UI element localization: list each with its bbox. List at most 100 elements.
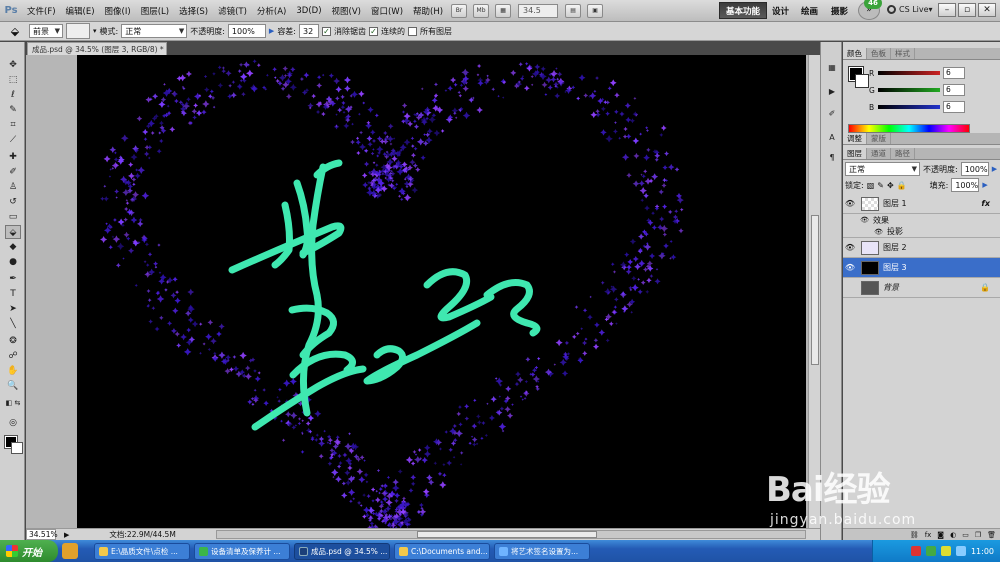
effects-row[interactable]: 👁 效果 xyxy=(843,214,1000,226)
menu-window[interactable]: 窗口(W) xyxy=(366,5,408,17)
zoom-level-select[interactable]: 34.5 xyxy=(518,3,559,18)
cs-live-menu[interactable]: CS Live▾ xyxy=(887,5,933,14)
blue-slider[interactable] xyxy=(878,105,940,109)
horizontal-scroll-thumb[interactable] xyxy=(417,531,597,538)
fill-source-select[interactable]: 前景 ▼ xyxy=(29,24,63,38)
extras-icon[interactable]: ▦ xyxy=(495,3,512,18)
new-group-icon[interactable]: ▭ xyxy=(962,531,969,539)
tray-network-icon[interactable] xyxy=(925,546,936,556)
visibility-eye-icon[interactable]: 👁 xyxy=(843,243,857,252)
path-selection-tool-icon[interactable]: ➤ xyxy=(5,302,21,316)
eyedropper-tool-icon[interactable]: ⟋ xyxy=(5,133,21,147)
background-color-swatch[interactable] xyxy=(11,442,23,454)
blend-mode-select[interactable]: 正常 ▼ xyxy=(121,24,188,38)
menu-image[interactable]: 图像(I) xyxy=(100,5,136,17)
visibility-eye-icon[interactable]: 👁 xyxy=(843,199,857,208)
task-explorer-2[interactable]: C:\Documents and... xyxy=(394,542,490,560)
antialias-checkbox[interactable]: ✓ xyxy=(322,26,332,36)
blur-tool-icon[interactable]: ◆ xyxy=(5,240,21,254)
zoom-tool-icon[interactable]: 🔍 xyxy=(5,379,21,393)
horizontal-scrollbar[interactable] xyxy=(216,530,806,539)
default-colors-icon[interactable]: ◧ ⇆ xyxy=(5,396,21,410)
task-browser[interactable]: 将艺术签名设置为... xyxy=(494,542,590,560)
clone-stamp-tool-icon[interactable]: ♙ xyxy=(5,180,21,194)
vertical-scroll-thumb[interactable] xyxy=(811,215,819,365)
restore-button[interactable]: ▫ xyxy=(958,3,976,17)
opacity-slider-arrow-icon[interactable]: ▶ xyxy=(269,27,274,35)
tray-volume-icon[interactable] xyxy=(955,546,966,556)
menu-layer[interactable]: 图层(L) xyxy=(136,5,174,17)
canvas[interactable] xyxy=(77,55,806,528)
fill-input[interactable]: 100% xyxy=(951,178,980,192)
tab-layers[interactable]: 图层 xyxy=(843,148,867,159)
paragraph-panel-icon[interactable]: ¶ xyxy=(825,152,839,164)
menu-3d[interactable]: 3D(D) xyxy=(291,6,326,16)
layer-row-1[interactable]: 👁 图层 1 fx xyxy=(843,194,1000,214)
history-panel-icon[interactable]: ▦ xyxy=(825,62,839,74)
opacity-input[interactable]: 100% xyxy=(227,24,266,38)
layer-opacity-arrow-icon[interactable]: ▶ xyxy=(992,165,997,173)
drop-shadow-eye-icon[interactable]: 👁 xyxy=(843,228,883,236)
blue-value-input[interactable]: 6 xyxy=(943,101,965,113)
eraser-tool-icon[interactable]: ▭ xyxy=(5,210,21,224)
pattern-picker[interactable] xyxy=(66,23,90,39)
effects-eye-icon[interactable]: 👁 xyxy=(843,216,869,224)
move-tool-icon[interactable]: ✥ xyxy=(5,58,21,72)
menu-file[interactable]: 文件(F) xyxy=(22,5,61,17)
quick-mask-icon[interactable]: ◎ xyxy=(5,416,21,430)
lock-transparent-icon[interactable]: ▧ xyxy=(867,181,875,190)
delete-layer-icon[interactable]: 🗑 xyxy=(987,531,996,539)
document-tab[interactable]: 成品.psd @ 34.5% (图层 3, RGB/8) * xyxy=(27,42,167,55)
drop-shadow-row[interactable]: 👁 投影 xyxy=(843,226,1000,238)
close-button[interactable]: ✕ xyxy=(978,3,996,17)
contiguous-checkbox[interactable]: ✓ xyxy=(369,26,379,36)
3d-orbit-tool-icon[interactable]: ☍ xyxy=(5,349,21,363)
tab-adjustments[interactable]: 调整 xyxy=(843,133,867,144)
menu-edit[interactable]: 编辑(E) xyxy=(61,5,100,17)
type-tool-icon[interactable]: T xyxy=(5,287,21,301)
tab-paths[interactable]: 路径 xyxy=(891,148,915,159)
status-zoom-input[interactable]: 34.51% xyxy=(26,529,58,540)
history-brush-tool-icon[interactable]: ↺ xyxy=(5,195,21,209)
crop-tool-icon[interactable]: ⌗ xyxy=(5,118,21,132)
new-adjustment-icon[interactable]: ◐ xyxy=(950,531,956,539)
layer-opacity-input[interactable]: 100% xyxy=(960,162,989,176)
menu-analysis[interactable]: 分析(A) xyxy=(252,5,291,17)
color-spectrum-bar[interactable] xyxy=(848,124,970,133)
new-layer-icon[interactable]: ❐ xyxy=(975,531,981,539)
color-panel-background-swatch[interactable] xyxy=(855,74,869,88)
menu-filter[interactable]: 滤镜(T) xyxy=(213,5,252,17)
task-photoshop[interactable]: 成品.psd @ 34.5% ... xyxy=(294,542,390,560)
layer-row-3[interactable]: 👁 图层 3 xyxy=(843,258,1000,278)
lock-all-icon[interactable]: 🔒 xyxy=(897,181,907,190)
red-value-input[interactable]: 6 xyxy=(943,67,965,79)
menu-select[interactable]: 选择(S) xyxy=(174,5,213,17)
marquee-tool-icon[interactable]: ⬚ xyxy=(5,73,21,87)
workspace-photography[interactable]: 摄影 xyxy=(831,5,848,17)
start-button[interactable]: 开始 xyxy=(0,540,58,562)
layer-row-2[interactable]: 👁 图层 2 xyxy=(843,238,1000,258)
bridge-icon[interactable]: Br xyxy=(451,3,468,18)
vertical-scrollbar[interactable] xyxy=(808,55,820,528)
fill-arrow-icon[interactable]: ▶ xyxy=(982,181,987,189)
shape-tool-icon[interactable]: ╲ xyxy=(5,317,21,331)
healing-brush-tool-icon[interactable]: ✚ xyxy=(5,150,21,164)
lock-position-icon[interactable]: ✥ xyxy=(887,181,894,190)
hand-tool-icon[interactable]: ✋ xyxy=(5,364,21,378)
actions-panel-icon[interactable]: ▶ xyxy=(825,86,839,98)
add-style-icon[interactable]: fx xyxy=(925,531,932,539)
dodge-tool-icon[interactable]: ● xyxy=(5,255,21,269)
tab-color[interactable]: 颜色 xyxy=(843,48,867,59)
tab-channels[interactable]: 通道 xyxy=(867,148,891,159)
lock-image-icon[interactable]: ✎ xyxy=(877,181,884,190)
task-spreadsheet[interactable]: 设备清单及保养计 ... xyxy=(194,542,290,560)
task-explorer-1[interactable]: E:\晶质文件\点检 ... xyxy=(94,542,190,560)
all-layers-checkbox[interactable] xyxy=(408,26,418,36)
tab-styles[interactable]: 样式 xyxy=(891,48,915,59)
red-slider[interactable] xyxy=(878,71,940,75)
minibridge-icon[interactable]: Mb xyxy=(473,3,490,18)
quicklaunch-browser-icon[interactable] xyxy=(62,543,78,559)
workspace-design[interactable]: 设计 xyxy=(772,5,789,17)
green-slider[interactable] xyxy=(878,88,940,92)
layer-row-background[interactable]: 背景 🔒 xyxy=(843,278,1000,298)
